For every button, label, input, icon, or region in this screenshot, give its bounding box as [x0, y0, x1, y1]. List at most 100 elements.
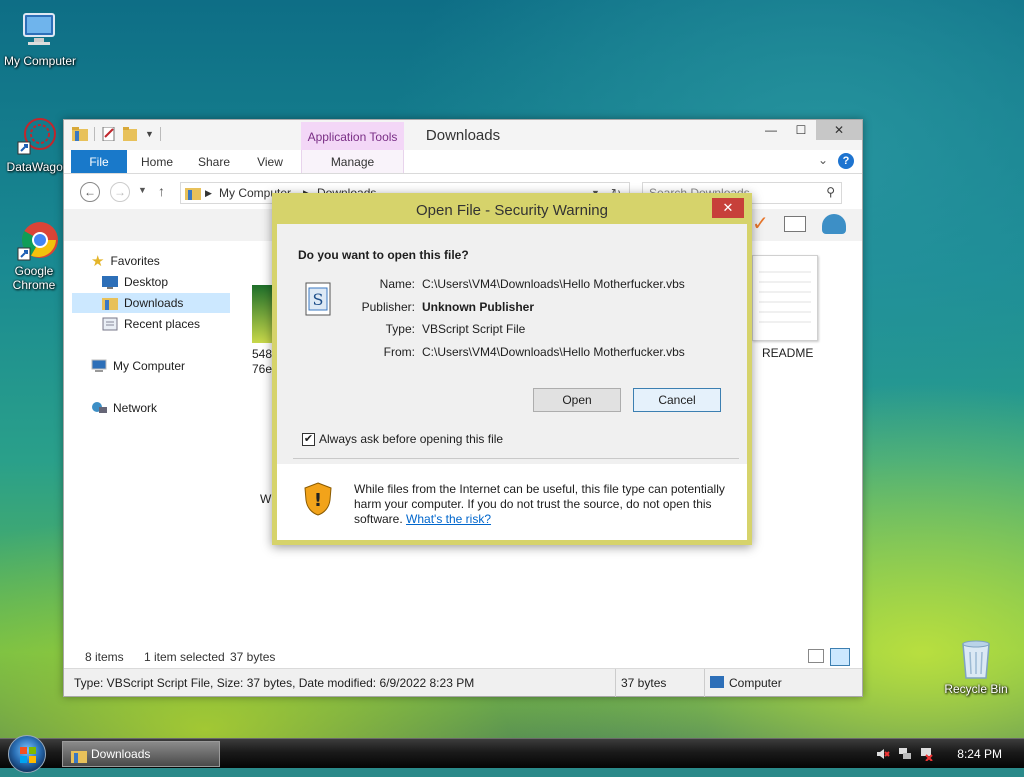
window-title: Downloads: [425, 127, 501, 144]
star-icon: ★: [91, 253, 105, 270]
close-button[interactable]: ✕: [816, 120, 862, 140]
windows-logo-icon: [20, 747, 36, 763]
network-status-icon[interactable]: [898, 747, 912, 761]
volume-muted-icon[interactable]: [876, 747, 890, 761]
forward-button[interactable]: →: [110, 182, 130, 202]
up-arrow-icon[interactable]: ↑: [158, 183, 165, 199]
cancel-button[interactable]: Cancel: [633, 388, 721, 412]
file-size: 37 bytes: [621, 676, 667, 690]
network-error-icon[interactable]: [920, 747, 934, 762]
file-thumbnail[interactable]: [252, 285, 272, 343]
system-tray: [876, 747, 934, 762]
nav-item-recent-places[interactable]: Recent places: [102, 314, 200, 334]
back-button[interactable]: ←: [80, 182, 100, 202]
warning-text: While files from the Internet can be use…: [354, 482, 734, 527]
dialog-close-button[interactable]: ✕: [712, 198, 744, 218]
open-button[interactable]: Open: [533, 388, 621, 412]
vbscript-file-icon: S: [304, 282, 332, 316]
desktop-icon-recycle-bin[interactable]: Recycle Bin: [936, 636, 1016, 696]
readme-file-icon[interactable]: [752, 255, 818, 341]
computer-icon: [18, 8, 62, 52]
svg-text:!: !: [314, 490, 322, 511]
downloads-folder-icon: [102, 296, 118, 310]
navigation-pane: ★ Favorites Desktop Downloads Recent pla…: [64, 241, 244, 646]
chevron-down-icon[interactable]: ⌄: [818, 153, 828, 167]
file-details: Type: VBScript Script File, Size: 37 byt…: [74, 676, 475, 690]
taskbar-button-label: Downloads: [91, 747, 151, 761]
help-icon[interactable]: ?: [838, 153, 854, 169]
publisher-label: Publisher:: [361, 300, 415, 314]
taskbar-clock[interactable]: 8:24 PM: [957, 747, 1002, 761]
taskbar: Downloads 8:24 PM: [0, 735, 1024, 773]
chrome-icon: [16, 218, 60, 262]
shield-warning-icon: !: [304, 482, 332, 516]
desktop-icon-label: Recycle Bin: [944, 682, 1008, 696]
status-bar: 8 items 1 item selected 37 bytes: [64, 646, 862, 668]
tab-file[interactable]: File: [71, 150, 127, 173]
name-value: C:\Users\VM4\Downloads\Hello Motherfucke…: [422, 277, 685, 291]
from-label: From:: [383, 345, 415, 359]
whats-the-risk-link[interactable]: What's the risk?: [406, 512, 491, 526]
recent-locations-icon[interactable]: ▼: [138, 185, 147, 195]
publisher-value: Unknown Publisher: [422, 300, 535, 314]
minimize-button[interactable]: —: [756, 120, 786, 140]
nav-item-downloads[interactable]: Downloads: [72, 293, 230, 313]
checkmark-icon[interactable]: ✓: [752, 214, 769, 234]
preview-pane-icon[interactable]: [784, 216, 806, 232]
nav-item-label: Downloads: [124, 296, 184, 310]
desktop-icon: [102, 275, 118, 289]
ribbon-tabs: File Home Share View Manage: [64, 150, 862, 174]
nav-item-label: Desktop: [124, 275, 169, 289]
taskbar-button-downloads[interactable]: Downloads: [62, 741, 220, 767]
tab-view[interactable]: View: [250, 150, 290, 173]
details-divider: [615, 669, 616, 697]
start-button[interactable]: [8, 735, 46, 773]
large-icons-view-icon[interactable]: [830, 648, 850, 666]
tab-manage[interactable]: Manage: [301, 150, 404, 173]
type-label: Type:: [385, 322, 415, 336]
nav-item-desktop[interactable]: Desktop: [102, 272, 168, 292]
name-label: Name:: [379, 277, 415, 291]
file-name: README: [762, 346, 814, 360]
computer-icon: [710, 676, 724, 688]
nav-item-my-computer[interactable]: My Computer: [91, 356, 185, 376]
file-location: Computer: [729, 676, 782, 690]
nav-item-label: Network: [113, 401, 158, 415]
selection-count: 1 item selected: [144, 650, 225, 664]
breadcrumb-separator-icon: ▶: [205, 188, 212, 198]
shell-icon[interactable]: [822, 214, 846, 234]
details-divider: [704, 669, 705, 697]
nav-item-label: My Computer: [113, 359, 186, 373]
dialog-divider: [293, 458, 739, 459]
explorer-titlebar[interactable]: ▼ Application Tools Downloads — ☐ ✕: [64, 120, 862, 150]
window-controls: — ☐ ✕: [756, 120, 862, 140]
warning-panel: ! While files from the Internet can be u…: [277, 464, 747, 540]
recycle-bin-icon: [954, 636, 998, 680]
desktop-icon-my-computer[interactable]: My Computer: [0, 8, 80, 68]
desktop-icon-label: My Computer: [3, 54, 77, 68]
tab-share[interactable]: Share: [192, 150, 236, 173]
selection-size: 37 bytes: [230, 650, 276, 664]
nav-item-favorites[interactable]: ★ Favorites: [91, 251, 160, 271]
maximize-button[interactable]: ☐: [786, 120, 816, 140]
checkbox-checkmark-icon[interactable]: ✔: [302, 432, 315, 446]
folder-icon: [185, 186, 201, 203]
search-icon: ⚲: [826, 185, 835, 199]
from-value: C:\Users\VM4\Downloads\Hello Motherfucke…: [422, 345, 685, 359]
security-warning-dialog: Open File - Security Warning ✕ Do you wa…: [272, 193, 752, 545]
svg-text:S: S: [313, 290, 324, 309]
nav-item-network[interactable]: Network: [91, 398, 157, 418]
desktop-icon-label: Google Chrome: [12, 264, 56, 292]
nav-item-label: Recent places: [124, 317, 201, 331]
tab-home[interactable]: Home: [134, 150, 180, 173]
file-name: 76e: [252, 362, 273, 376]
dialog-body: Do you want to open this file? S Name: C…: [277, 224, 747, 540]
details-bar: Type: VBScript Script File, Size: 37 byt…: [64, 668, 862, 697]
recent-places-icon: [102, 317, 118, 331]
always-ask-checkbox[interactable]: ✔ Always ask before opening this file: [302, 432, 503, 446]
item-count: 8 items: [85, 650, 124, 664]
dialog-question: Do you want to open this file?: [298, 248, 469, 262]
folder-icon: [71, 747, 87, 763]
network-icon: [91, 401, 107, 415]
details-view-icon[interactable]: [808, 649, 824, 663]
